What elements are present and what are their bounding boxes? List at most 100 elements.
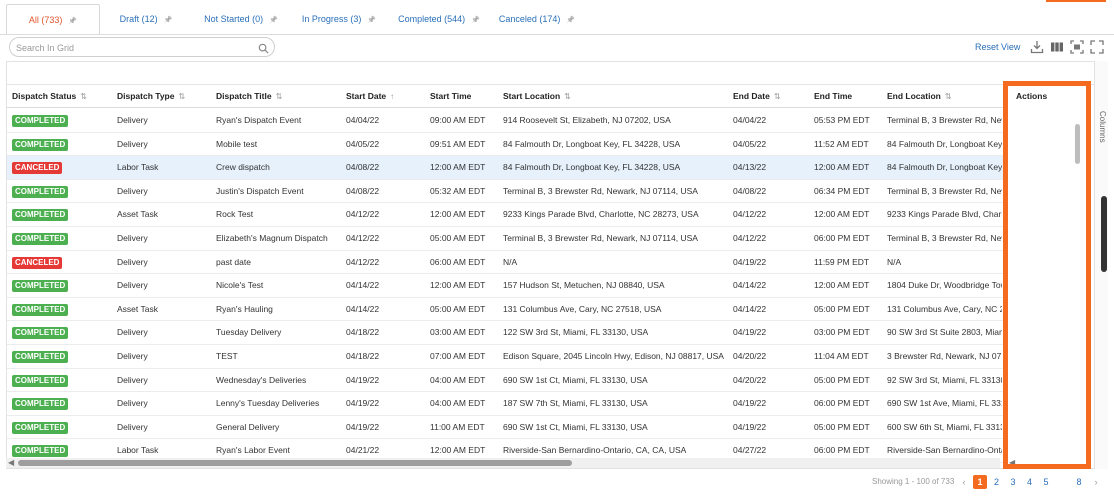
cell-end-loc: 9233 Kings Parade Blvd, Charlotte, NC 28… [887,209,1002,220]
cell-title: Elizabeth's Magnum Dispatch [216,233,328,243]
dispatch-grid: Dispatch Status ⇅ Dispatch Type ⇅ Dispatch T… [6,61,1094,469]
cell-start-date: 04/12/22 [346,209,380,220]
page-button-5[interactable]: 5 [1039,475,1053,489]
cell-status: COMPLETED [12,321,112,345]
tab-5[interactable]: Canceled (174) 📌 [490,4,584,34]
cell-type: Delivery [117,115,148,125]
download-icon[interactable] [1030,40,1044,54]
table-row[interactable]: COMPLETED Delivery Mobile test 04/05/22 09:5… [7,133,1094,157]
fullscreen-icon[interactable] [1090,40,1104,54]
sort-icon[interactable]: ⇅ [945,92,952,101]
table-row[interactable]: COMPLETED Delivery Wednesday's Deliveries 0… [7,369,1094,393]
search-icon[interactable] [258,41,269,59]
cell-start-date: 04/08/22 [346,162,380,173]
table-row[interactable]: CANCELED Delivery past date 04/12/22 06:00 A… [7,251,1094,275]
cell-end-loc: 84 Falmouth Dr, Longboat Key, FL 34228, … [887,138,1002,149]
tab-2[interactable]: Not Started (0) 📌 [192,4,290,34]
column-header-1[interactable]: Dispatch Type ⇅ [117,85,185,108]
side-scroll-handle[interactable] [1101,196,1107,272]
horizontal-scrollbar[interactable]: ◀ ◀ [6,458,1015,468]
cell-start-date: 04/18/22 [346,351,380,361]
column-header-5[interactable]: Start Location ⇅ [503,85,571,108]
cell-title: Nicole's Test [216,280,264,291]
tab-4[interactable]: Completed (544) 📌 [388,4,490,34]
last-page-button[interactable]: 8 [1072,475,1086,489]
tab-0[interactable]: All (733) 📌 [6,4,100,35]
column-header-6[interactable]: End Date ⇅ [733,85,781,108]
sort-icon[interactable]: ⇅ [564,92,571,101]
page-button-4[interactable]: 4 [1023,475,1037,489]
pin-icon[interactable]: 📌 [471,17,480,24]
table-row[interactable]: CANCELED Labor Task Crew dispatch 04/08/22 1… [7,156,1094,180]
cell-start-loc: 84 Falmouth Dr, Longboat Key, FL 34228, … [503,162,681,173]
table-row[interactable]: COMPLETED Delivery TEST 04/18/22 07:00 AM ED… [7,345,1094,369]
sort-icon[interactable]: ⇅ [774,92,781,101]
column-header-2[interactable]: Dispatch Title ⇅ [216,85,282,108]
column-header-3[interactable]: Start Date ↑ [346,85,394,108]
horizontal-scroll-thumb[interactable] [18,460,572,466]
columns-layout-icon[interactable] [1050,40,1064,54]
pin-icon[interactable]: 📌 [269,17,278,24]
fit-screen-icon[interactable] [1070,40,1084,54]
tab-1[interactable]: Draft (12) 📌 [100,4,192,34]
table-row[interactable]: COMPLETED Delivery Elizabeth's Magnum Disp… [7,227,1094,251]
cell-type: Asset Task [117,209,158,220]
table-row[interactable]: COMPLETED Delivery Lenny's Tuesday Deliver… [7,392,1094,416]
sort-icon[interactable]: ↑ [390,92,394,101]
table-row[interactable]: COMPLETED Delivery Tuesday Delivery 04/18/2… [7,321,1094,345]
cell-end-time: 06:00 PM EDT [814,398,870,409]
cell-status: COMPLETED [12,369,112,393]
cell-start-date: 04/08/22 [346,185,380,196]
cell-type: Delivery [117,233,148,243]
tab-3[interactable]: In Progress (3) 📌 [290,4,388,34]
pin-icon[interactable]: 📌 [68,18,77,25]
tab-label: In Progress (3) [301,14,362,24]
column-header-4[interactable]: Start Time [430,85,471,108]
status-badge: COMPLETED [12,185,69,198]
column-header-label: Dispatch Type [117,91,175,101]
cell-start-date: 04/04/22 [346,115,380,125]
status-badge: COMPLETED [12,421,69,434]
sort-icon[interactable]: ⇅ [178,92,185,101]
cell-end-date: 04/04/22 [733,115,767,125]
cell-start-loc: 157 Hudson St, Metuchen, NJ 08840, USA [503,280,665,291]
columns-panel-label[interactable]: Columns [1098,111,1107,143]
search-input[interactable] [10,39,250,57]
table-row[interactable]: COMPLETED Delivery Nicole's Test 04/14/22 12… [7,274,1094,298]
cell-end-loc: 600 SW 6th St, Miami, FL 33130, USA [887,421,1002,432]
pin-icon[interactable]: 📌 [164,17,173,24]
scroll-left-arrow[interactable]: ◀ [8,458,14,468]
prev-page-button[interactable]: ‹ [957,475,971,489]
reset-view-link[interactable]: Reset View [975,42,1020,52]
cell-start-date: 04/05/22 [346,138,380,149]
column-header-label: Start Time [430,91,472,101]
table-row[interactable]: COMPLETED Delivery Justin's Dispatch Event… [7,180,1094,204]
sort-icon[interactable]: ⇅ [276,92,283,101]
next-page-button[interactable]: › [1089,475,1103,489]
pin-icon[interactable]: 📌 [566,17,575,24]
table-row[interactable]: COMPLETED Asset Task Ryan's Hauling 04/14/2… [7,298,1094,322]
column-header-8[interactable]: End Location ⇅ [887,85,952,108]
cell-end-time: 11:04 AM EDT [814,351,869,361]
cell-start-date: 04/19/22 [346,421,380,432]
cell-end-loc: N/A [887,256,902,267]
column-header-label: End Time [814,91,853,101]
cell-end-time: 03:00 PM EDT [814,327,870,338]
table-row[interactable]: COMPLETED Delivery General Delivery 04/19/2… [7,416,1094,440]
cell-end-date: 04/19/22 [733,256,767,267]
sort-icon[interactable]: ⇅ [80,92,87,101]
cell-start-loc: Terminal B, 3 Brewster Rd, Newark, NJ 07… [503,185,698,196]
pin-icon[interactable]: 📌 [367,17,376,24]
page-button-3[interactable]: 3 [1006,475,1020,489]
cell-start-time: 09:51 AM EDT [430,138,486,149]
column-header-7[interactable]: End Time [814,85,852,108]
table-row[interactable]: COMPLETED Delivery Ryan's Dispatch Event 04… [7,109,1094,133]
page-button-2[interactable]: 2 [990,475,1004,489]
column-header-0[interactable]: Dispatch Status ⇅ [12,85,87,108]
cell-type: Delivery [117,185,148,196]
page-button-1[interactable]: 1 [973,475,987,489]
cell-start-date: 04/18/22 [346,327,380,338]
cell-end-loc: 690 SW 1st Ave, Miami, FL 33130, USA [887,398,1002,409]
table-row[interactable]: COMPLETED Asset Task Rock Test 04/12/22 12:0… [7,203,1094,227]
cell-end-time: 06:00 PM EDT [814,233,870,243]
